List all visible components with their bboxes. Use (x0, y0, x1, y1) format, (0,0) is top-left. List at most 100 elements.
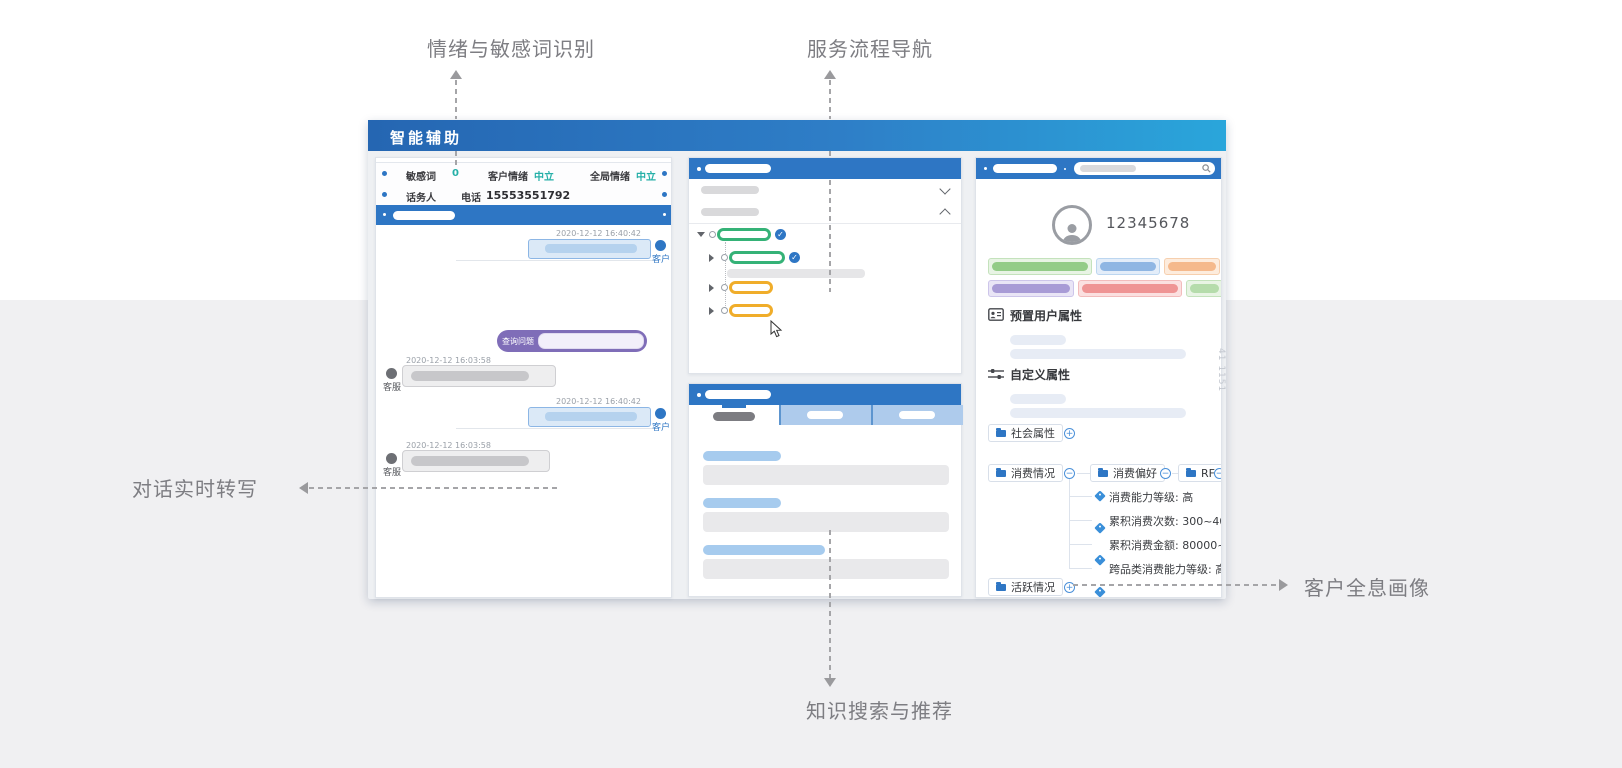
global-emotion-label: 全局情绪 (590, 168, 630, 183)
knowledge-tab-3[interactable] (871, 405, 963, 425)
tab-label-placeholder (807, 411, 843, 419)
tree-node-preference[interactable]: 消费偏好 (1090, 464, 1165, 482)
flow-panel-header (689, 158, 961, 179)
sensitive-word-count: 0 (452, 168, 459, 179)
tree-connector-line (1069, 479, 1070, 568)
chat-transcript: 2020-12-12 16:40:42 客户 查询问题 2020-12-12 1… (376, 225, 671, 597)
folder-icon (996, 430, 1006, 437)
session-title-placeholder (393, 211, 455, 220)
caret-right-icon[interactable] (709, 254, 714, 262)
user-tag-red[interactable] (1078, 280, 1182, 297)
minus-circle-icon[interactable]: − (1214, 468, 1222, 479)
tree-node-activity[interactable]: 活跃情况 (988, 578, 1063, 596)
customer-message-bubble (528, 407, 651, 427)
active-tab-indicator (722, 405, 746, 408)
check-badge-icon: ✓ (775, 229, 786, 240)
search-icon[interactable] (1202, 164, 1211, 173)
attribute-placeholder (1010, 394, 1066, 404)
user-tag-purple[interactable] (988, 280, 1074, 297)
caller-info-row: 话务人 电话 15553551792 (376, 184, 671, 206)
agent-avatar-label: 客服 (383, 380, 401, 393)
customer-avatar-label: 客户 (652, 420, 670, 433)
result-title-placeholder (703, 451, 781, 461)
section-title-placeholder (701, 208, 759, 216)
search-input[interactable] (1074, 162, 1215, 175)
user-tag-orange[interactable] (1164, 258, 1220, 275)
knowledge-panel-title-placeholder (705, 390, 771, 399)
caret-right-icon[interactable] (709, 284, 714, 292)
user-tag-blue[interactable] (1096, 258, 1160, 275)
section-title-placeholder (701, 186, 759, 194)
marker-dot-icon (382, 192, 387, 197)
minus-circle-icon[interactable]: − (1064, 468, 1075, 479)
flow-node-green[interactable] (717, 228, 771, 241)
minus-circle-icon[interactable]: − (1160, 468, 1171, 479)
folder-icon (1186, 470, 1196, 477)
plus-circle-icon[interactable]: + (1064, 428, 1075, 439)
message-divider (456, 428, 656, 429)
flow-node-yellow[interactable] (729, 281, 773, 294)
caret-down-icon[interactable] (697, 232, 705, 237)
annotation-dashed-line (309, 487, 560, 489)
folder-icon (996, 584, 1006, 591)
user-tag-green[interactable] (988, 258, 1092, 275)
chevron-down-icon[interactable] (939, 183, 950, 194)
phone-number: 15553551792 (486, 189, 570, 202)
folder-icon (1098, 470, 1108, 477)
customer-avatar (655, 408, 666, 419)
tree-connector-line (1077, 473, 1090, 474)
tree-connector-line (1069, 496, 1092, 497)
suggestion-bubble[interactable]: 查询问题 (497, 330, 647, 352)
message-time: 2020-12-12 16:03:58 (406, 356, 491, 365)
operator-label: 话务人 (406, 189, 436, 204)
marker-dot-icon (383, 213, 386, 216)
flow-section-collapsed[interactable] (689, 179, 961, 202)
annotation-dashed-line (829, 80, 831, 119)
chevron-up-icon[interactable] (939, 208, 950, 219)
annotation-dashed-line (455, 80, 457, 119)
marker-dot-icon (697, 167, 701, 171)
tree-node-dot (721, 254, 728, 261)
tab-label-placeholder (899, 411, 935, 419)
knowledge-panel (688, 383, 962, 597)
knowledge-tab-2[interactable] (779, 405, 871, 425)
tree-node-social[interactable]: 社会属性 (988, 424, 1063, 442)
knowledge-tab-active[interactable] (689, 405, 779, 425)
sensitive-word-label: 敏感词 (406, 168, 436, 183)
customer-portrait-panel: 12345678 预置用户属性 自定义属性 社会属性 (975, 157, 1222, 598)
tree-connector-line (1069, 520, 1092, 521)
tree-connector-line (1069, 544, 1092, 545)
flow-section-expanded[interactable] (689, 201, 961, 224)
user-id: 12345678 (1106, 214, 1190, 232)
message-time: 2020-12-12 16:40:42 (556, 397, 641, 406)
caret-right-icon[interactable] (709, 307, 714, 315)
annotation-dashed-line (829, 151, 831, 157)
annotation-live-transcription: 对话实时转写 (132, 473, 258, 502)
result-item[interactable] (703, 512, 949, 532)
portrait-panel-header (976, 158, 1221, 179)
user-tag-light-green[interactable] (1186, 280, 1222, 297)
result-item[interactable] (703, 559, 949, 579)
window-titlebar: 智能辅助 (368, 120, 1226, 151)
attribute-placeholder (1010, 349, 1186, 359)
customer-message-bubble (528, 239, 651, 259)
phone-label: 电话 (461, 189, 481, 204)
id-card-icon (988, 308, 1004, 321)
service-flow-panel: ✓ ✓ (688, 157, 962, 374)
session-header-bar[interactable] (376, 205, 671, 225)
annotation-dashed-line (829, 180, 831, 292)
result-item[interactable] (703, 465, 949, 485)
window-title: 智能辅助 (390, 127, 462, 148)
customer-avatar (655, 240, 666, 251)
tree-node-consumption[interactable]: 消费情况 (988, 464, 1063, 482)
flow-panel-title-placeholder (705, 164, 771, 173)
arrow-right-icon (1279, 579, 1288, 591)
flow-node-yellow[interactable] (729, 304, 773, 317)
window-edge-text: 41 1151 (1216, 348, 1226, 392)
marker-dot-icon (662, 171, 667, 176)
annotation-dashed-line (1073, 584, 1279, 586)
tree-node-dot (721, 284, 728, 291)
customer-emotion-value: 中立 (534, 168, 554, 183)
flow-node-green[interactable] (729, 251, 785, 264)
person-icon (1061, 222, 1083, 242)
